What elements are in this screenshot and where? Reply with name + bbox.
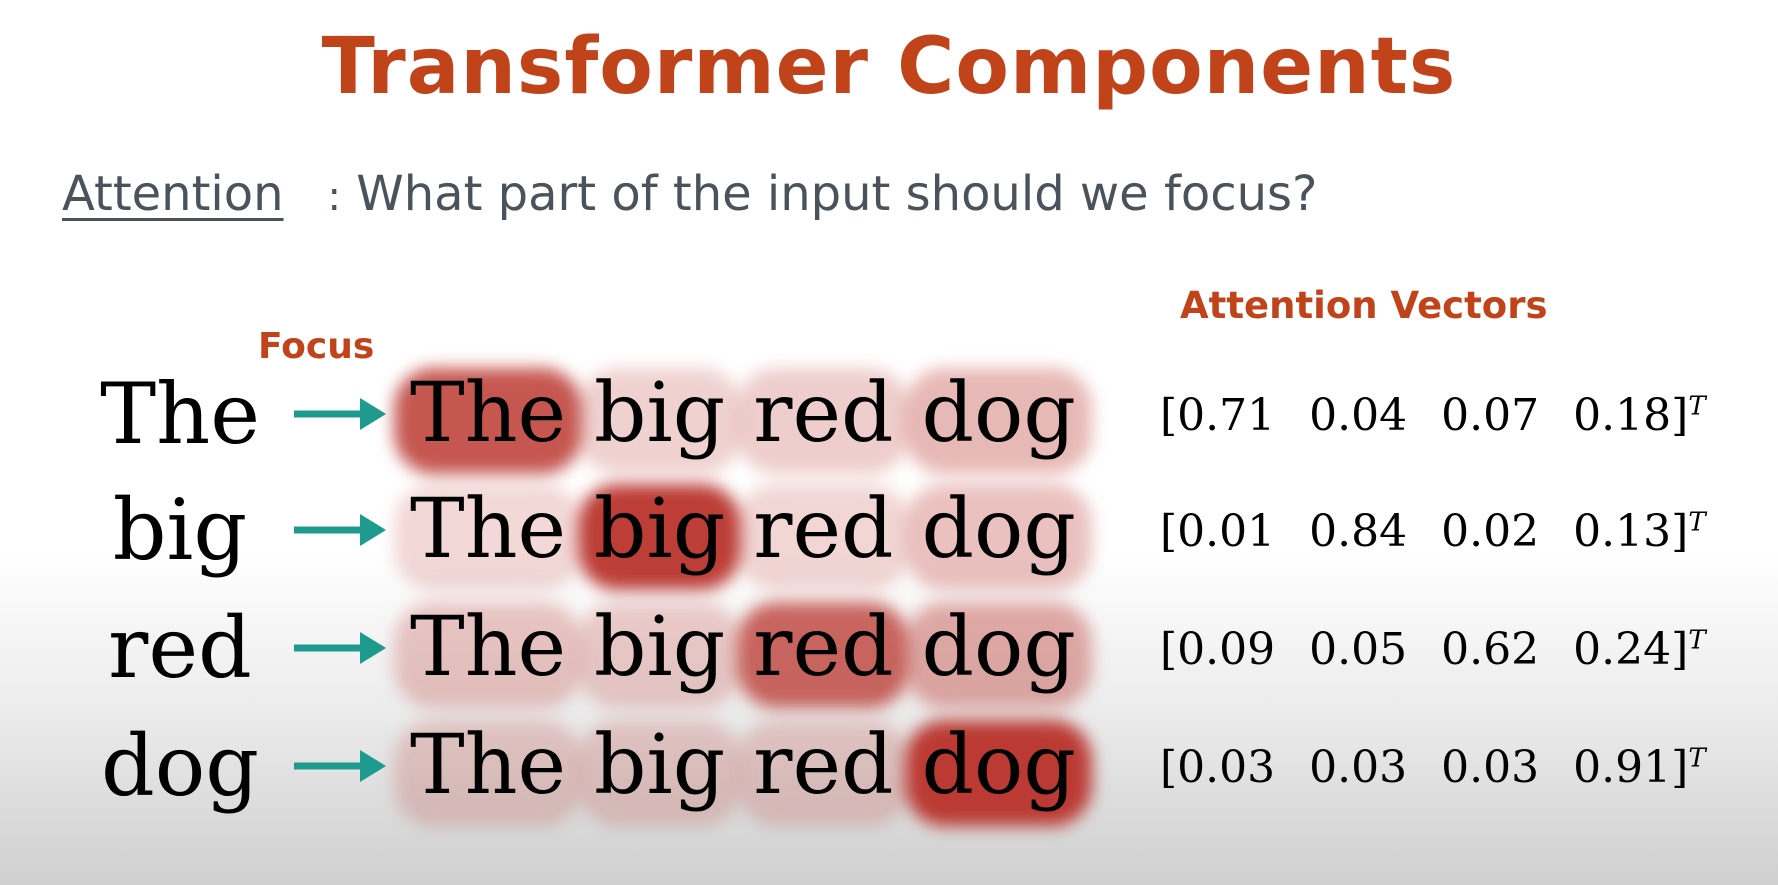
transpose-symbol: T bbox=[1688, 391, 1706, 422]
attention-weight: 0.03 bbox=[1177, 742, 1276, 793]
attention-weight: 0.05 bbox=[1309, 624, 1408, 675]
sentence-word: big bbox=[588, 716, 731, 816]
attention-row: red The big red dog [0.09 0.05 0.62 0.24]T bbox=[0, 590, 1778, 700]
right-arrow-icon bbox=[294, 750, 386, 782]
attention-weight: 0.07 bbox=[1441, 390, 1540, 441]
attention-vector: [0.09 0.05 0.62 0.24]T bbox=[1160, 624, 1706, 675]
sentence-word: dog bbox=[915, 480, 1081, 580]
sentence-word: The bbox=[404, 598, 572, 698]
attention-weight: 0.01 bbox=[1177, 506, 1276, 557]
right-arrow-icon bbox=[294, 632, 386, 664]
transpose-symbol: T bbox=[1688, 507, 1706, 538]
sentence-word: dog bbox=[915, 716, 1081, 816]
attention-weight: 0.18 bbox=[1573, 390, 1672, 441]
sentence-word: big bbox=[588, 480, 731, 580]
attention-vector: [0.01 0.84 0.02 0.13]T bbox=[1160, 506, 1706, 557]
sentence-word: dog bbox=[915, 598, 1081, 698]
sentence: The big red dog bbox=[404, 598, 1098, 698]
sentence: The big red dog bbox=[404, 364, 1098, 464]
sentence-word: red bbox=[747, 598, 899, 698]
attention-row: The The big red dog [0.71 0.04 0.07 0.18]T bbox=[0, 356, 1778, 466]
sentence-word: The bbox=[404, 480, 572, 580]
attention-weight: 0.03 bbox=[1309, 742, 1408, 793]
query-word: The bbox=[100, 365, 260, 463]
attention-weight: 0.91 bbox=[1573, 742, 1672, 793]
attention-definition: Attention: What part of the input should… bbox=[62, 166, 1318, 222]
sentence-word: The bbox=[404, 364, 572, 464]
attention-weight: 0.62 bbox=[1441, 624, 1540, 675]
attention-weight: 0.04 bbox=[1309, 390, 1408, 441]
attention-weight: 0.02 bbox=[1441, 506, 1540, 557]
attention-row: big The big red dog [0.01 0.84 0.02 0.13]T bbox=[0, 472, 1778, 582]
attention-vector: [0.71 0.04 0.07 0.18]T bbox=[1160, 390, 1706, 441]
sentence-word: dog bbox=[915, 364, 1081, 464]
attention-colon: : bbox=[327, 174, 342, 220]
query-word: big bbox=[112, 481, 248, 579]
right-arrow-icon bbox=[294, 398, 386, 430]
attention-term: Attention bbox=[62, 166, 284, 222]
attention-weight: 0.09 bbox=[1177, 624, 1276, 675]
attention-weight: 0.13 bbox=[1573, 506, 1672, 557]
query-word: dog bbox=[100, 717, 260, 815]
attention-vectors-label: Attention Vectors bbox=[1180, 284, 1548, 327]
attention-question: What part of the input should we focus? bbox=[356, 166, 1318, 222]
sentence: The big red dog bbox=[404, 716, 1098, 816]
transpose-symbol: T bbox=[1688, 625, 1706, 656]
attention-weight: 0.24 bbox=[1573, 624, 1672, 675]
sentence-word: big bbox=[588, 364, 731, 464]
sentence-word: red bbox=[747, 716, 899, 816]
sentence: The big red dog bbox=[404, 480, 1098, 580]
attention-weight: 0.71 bbox=[1177, 390, 1276, 441]
attention-vector: [0.03 0.03 0.03 0.91]T bbox=[1160, 742, 1706, 793]
attention-row: dog The big red dog [0.03 0.03 0.03 0.91]T bbox=[0, 708, 1778, 818]
sentence-word: red bbox=[747, 364, 899, 464]
sentence-word: big bbox=[588, 598, 731, 698]
query-word: red bbox=[108, 599, 252, 697]
transpose-symbol: T bbox=[1688, 743, 1706, 774]
attention-weight: 0.03 bbox=[1441, 742, 1540, 793]
slide-title: Transformer Components bbox=[321, 22, 1457, 112]
sentence-word: red bbox=[747, 480, 899, 580]
sentence-word: The bbox=[404, 716, 572, 816]
attention-weight: 0.84 bbox=[1309, 506, 1408, 557]
right-arrow-icon bbox=[294, 514, 386, 546]
